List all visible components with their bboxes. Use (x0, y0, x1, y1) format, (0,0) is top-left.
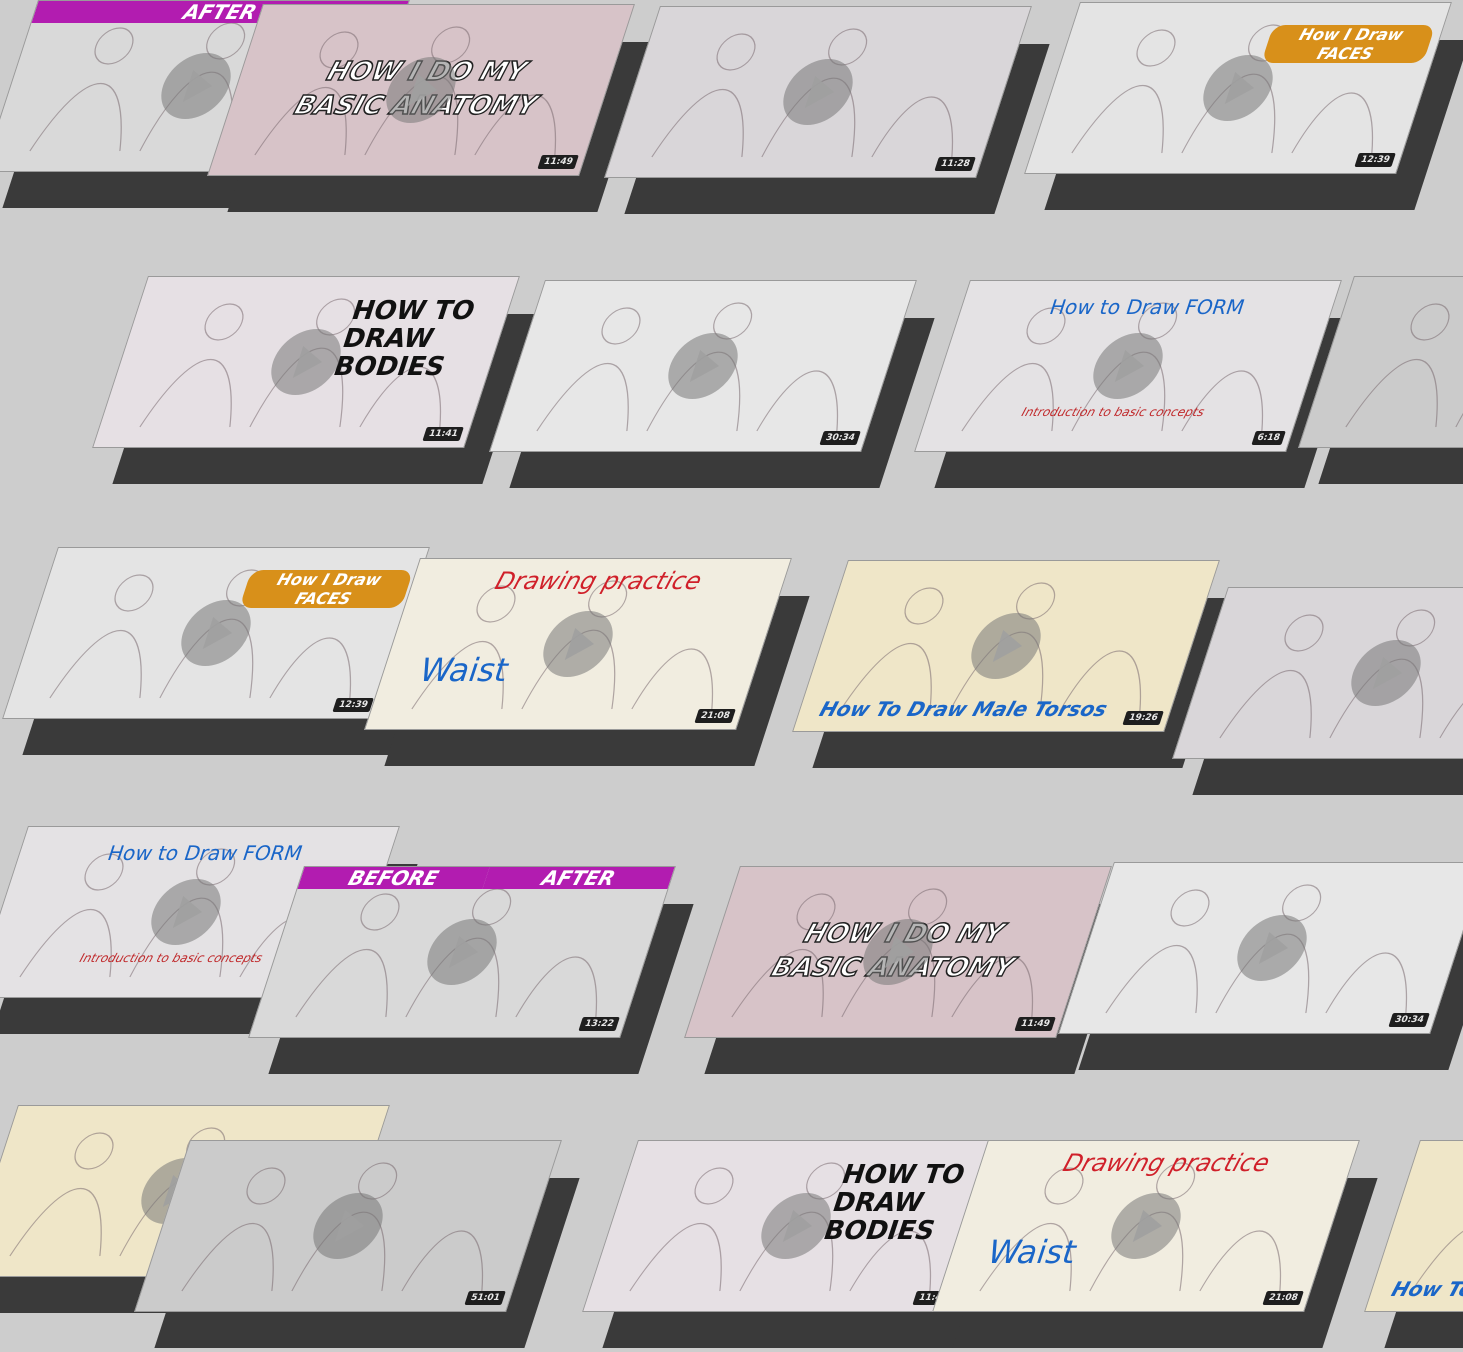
video-thumbnail[interactable]: How I Draw FACES 12:39 (1024, 2, 1452, 174)
video-title-overlay: How I Draw FACES (1261, 25, 1436, 63)
video-card[interactable]: How I Draw FACES 12:39 (1024, 2, 1463, 222)
video-duration: 11:49 (1014, 1017, 1056, 1031)
video-duration: 13:22 (578, 1017, 620, 1031)
video-thumbnail[interactable]: 11:28 (604, 6, 1032, 178)
video-title-overlay: How to Draw FORM (104, 841, 306, 865)
video-duration: 51:01 (464, 1291, 506, 1305)
thumbnail-wall: AFTER 13:22 HOW I DO MY BASIC ANATOMY11:49… (0, 0, 1463, 1352)
banner-before: BEFORE (297, 866, 490, 890)
video-thumbnail[interactable]: How To Draw Male Torsos 19:26 (792, 560, 1220, 732)
video-thumbnail[interactable]: 30:34 (1058, 862, 1463, 1034)
video-thumbnail[interactable]: HOW TO DRAW BODIES 11:41 (92, 276, 520, 448)
video-thumbnail[interactable]: BEFORE AFTER 13:22 (248, 866, 676, 1038)
video-thumbnail[interactable]: How I Draw FACES 12:39 (2, 547, 430, 719)
video-thumbnail[interactable]: HOW I DO MY BASIC ANATOMY11:49 (684, 866, 1112, 1038)
video-duration: 30:34 (819, 431, 861, 445)
video-title-overlay: Drawing practice (491, 567, 706, 595)
video-card[interactable]: How To D (1364, 1140, 1463, 1352)
video-card[interactable]: 30:34 (1058, 862, 1463, 1082)
video-title-overlay: How To Draw Male Torsos (816, 697, 1111, 721)
video-thumbnail[interactable]: 51:01 (134, 1140, 562, 1312)
video-card[interactable] (1298, 276, 1463, 496)
video-card[interactable]: How To Draw Male Torsos 19:26 (792, 560, 1238, 780)
video-thumbnail[interactable]: Drawing practice Waist 21:08 (364, 558, 792, 730)
video-duration: 6:18 (1250, 431, 1286, 445)
video-title-overlay: How to Draw FORM (1046, 295, 1248, 319)
video-title-overlay: Drawing practice (1059, 1149, 1274, 1177)
video-card[interactable]: Drawing practice Waist 21:08 (364, 558, 810, 778)
video-card[interactable]: Drawing practice Waist 21:08 (932, 1140, 1378, 1352)
video-card[interactable]: HOW I DO MY BASIC ANATOMY11:49 (207, 4, 653, 224)
video-duration: 11:28 (934, 157, 976, 171)
video-card[interactable]: 30:34 (489, 280, 935, 500)
video-card[interactable]: 11: (1172, 587, 1463, 807)
video-thumbnail[interactable]: 30:34 (489, 280, 917, 452)
video-duration: 30:34 (1388, 1013, 1430, 1027)
video-thumbnail[interactable]: How To D (1364, 1140, 1463, 1312)
video-thumbnail[interactable]: HOW I DO MY BASIC ANATOMY11:49 (207, 4, 635, 176)
video-thumbnail[interactable]: How to Draw FORM Introduction to basic co… (914, 280, 1342, 452)
video-thumbnail[interactable]: 11: (1172, 587, 1463, 759)
video-card[interactable]: BEFORE AFTER 13:22 (248, 866, 694, 1086)
video-card[interactable]: 11:28 (604, 6, 1050, 226)
video-thumbnail[interactable]: Drawing practice Waist 21:08 (932, 1140, 1360, 1312)
video-duration: 12:39 (332, 698, 374, 712)
banner-after: AFTER (482, 866, 675, 890)
video-duration: 21:08 (1262, 1291, 1304, 1305)
video-card[interactable]: 51:01 (134, 1140, 580, 1352)
video-duration: 21:08 (694, 709, 736, 723)
video-card[interactable]: HOW I DO MY BASIC ANATOMY11:49 (684, 866, 1130, 1086)
video-title-overlay: HOW TO DRAW BODIES (329, 296, 479, 382)
video-card[interactable]: HOW TO DRAW BODIES 11:41 (92, 276, 538, 496)
thumbnail-art (1299, 277, 1463, 447)
video-thumbnail[interactable] (1298, 276, 1463, 448)
video-duration: 19:26 (1122, 711, 1164, 725)
video-card[interactable]: How to Draw FORM Introduction to basic co… (914, 280, 1360, 500)
video-duration: 11:41 (422, 427, 464, 441)
thumbnail-art (1173, 588, 1463, 758)
video-subtitle-overlay: Introduction to basic concepts (1019, 405, 1207, 419)
video-duration: 12:39 (1354, 153, 1396, 167)
video-duration: 11:49 (537, 155, 579, 169)
video-title-overlay: How To D (1388, 1277, 1463, 1301)
